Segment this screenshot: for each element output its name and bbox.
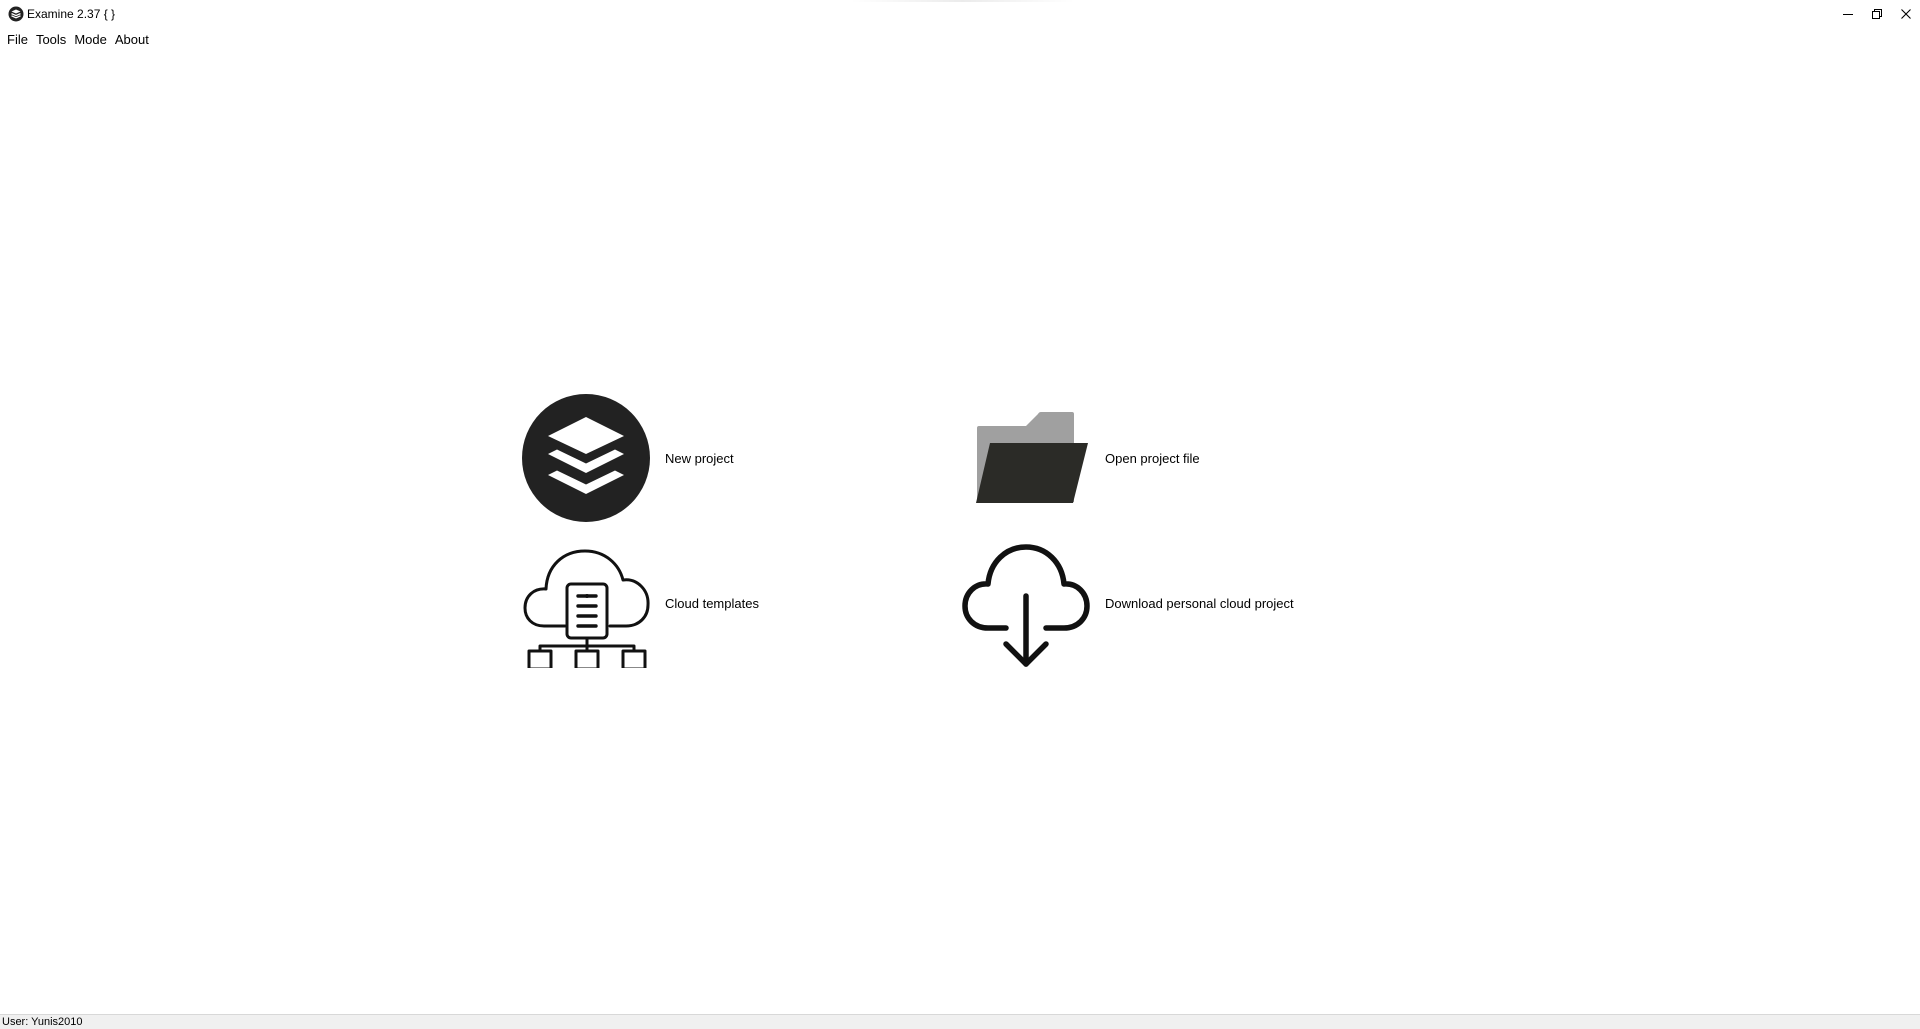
minimize-icon	[1842, 9, 1853, 19]
download-cloud-project-label: Download personal cloud project	[1105, 595, 1294, 611]
download-cloud-project-button[interactable]: Download personal cloud project	[961, 538, 1294, 668]
restore-button[interactable]	[1862, 0, 1891, 28]
window-controls	[1833, 0, 1920, 28]
title-divider	[850, 0, 1075, 2]
cloud-network-icon	[522, 538, 652, 668]
menu-bar: File Tools Mode About	[0, 30, 153, 50]
restore-icon	[1871, 9, 1882, 19]
close-button[interactable]	[1891, 0, 1920, 28]
close-icon	[1900, 9, 1911, 19]
menu-tools[interactable]: Tools	[32, 30, 70, 50]
menu-about[interactable]: About	[111, 30, 153, 50]
layers-icon	[521, 393, 651, 523]
cloud-templates-label: Cloud templates	[665, 595, 759, 611]
menu-mode[interactable]: Mode	[70, 30, 111, 50]
new-project-label: New project	[665, 450, 734, 466]
open-project-button[interactable]: Open project file	[975, 410, 1200, 506]
window-title: Examine 2.37 { }	[27, 7, 116, 21]
minimize-button[interactable]	[1833, 0, 1862, 28]
layers-icon	[8, 6, 24, 22]
new-project-button[interactable]: New project	[521, 393, 734, 523]
menu-file[interactable]: File	[3, 30, 32, 50]
open-project-label: Open project file	[1105, 450, 1200, 466]
status-user: User: Yunis2010	[2, 1016, 83, 1028]
title-bar[interactable]: Examine 2.37 { }	[0, 0, 1920, 28]
status-bar: User: Yunis2010	[0, 1014, 1920, 1029]
app-window: Examine 2.37 { } File Tools Mode About N…	[0, 0, 1920, 1029]
cloud-download-icon	[961, 538, 1091, 668]
folder-icon	[975, 410, 1091, 506]
cloud-templates-button[interactable]: Cloud templates	[522, 538, 759, 668]
